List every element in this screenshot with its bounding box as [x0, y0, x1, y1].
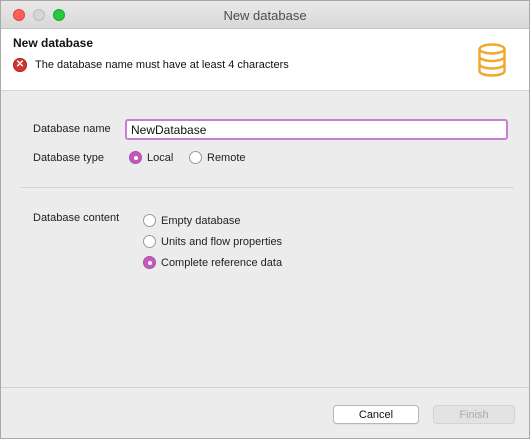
- database-name-label: Database name: [33, 123, 111, 135]
- window-title: New database: [223, 8, 307, 23]
- title-bar[interactable]: New database: [1, 1, 529, 29]
- radio-local[interactable]: Local: [129, 151, 173, 164]
- error-x-icon: ✕: [13, 58, 27, 72]
- new-database-dialog: New database New database ✕ The database…: [0, 0, 530, 439]
- section-divider: [21, 187, 514, 188]
- radio-label: Remote: [207, 151, 246, 164]
- page-title: New database: [13, 36, 94, 50]
- error-message: The database name must have at least 4 c…: [35, 59, 289, 71]
- wizard-content: Database name Database type Local Remote…: [1, 91, 529, 387]
- radio-button[interactable]: [189, 151, 202, 164]
- radio-label: Empty database: [161, 214, 241, 227]
- radio-button-selected[interactable]: [129, 151, 142, 164]
- radio-empty-database[interactable]: Empty database: [143, 214, 241, 227]
- radio-complete-reference-data[interactable]: Complete reference data: [143, 256, 282, 269]
- radio-label: Units and flow properties: [161, 235, 283, 248]
- radio-button-selected[interactable]: [143, 256, 156, 269]
- database-content-label: Database content: [33, 212, 120, 224]
- finish-button[interactable]: Finish: [433, 405, 515, 424]
- radio-remote[interactable]: Remote: [189, 151, 246, 164]
- error-message-row: ✕ The database name must have at least 4…: [13, 57, 289, 73]
- wizard-header: New database ✕ The database name must ha…: [1, 29, 529, 91]
- button-bar: Cancel Finish: [1, 387, 529, 438]
- radio-label: Complete reference data: [161, 256, 283, 269]
- database-name-input[interactable]: [125, 119, 508, 140]
- radio-units-flow-properties[interactable]: Units and flow properties: [143, 235, 282, 248]
- radio-button[interactable]: [143, 235, 156, 248]
- database-icon: [478, 43, 506, 77]
- radio-button[interactable]: [143, 214, 156, 227]
- cancel-button[interactable]: Cancel: [333, 405, 419, 424]
- database-type-label: Database type: [33, 152, 104, 164]
- radio-label: Local: [147, 151, 174, 164]
